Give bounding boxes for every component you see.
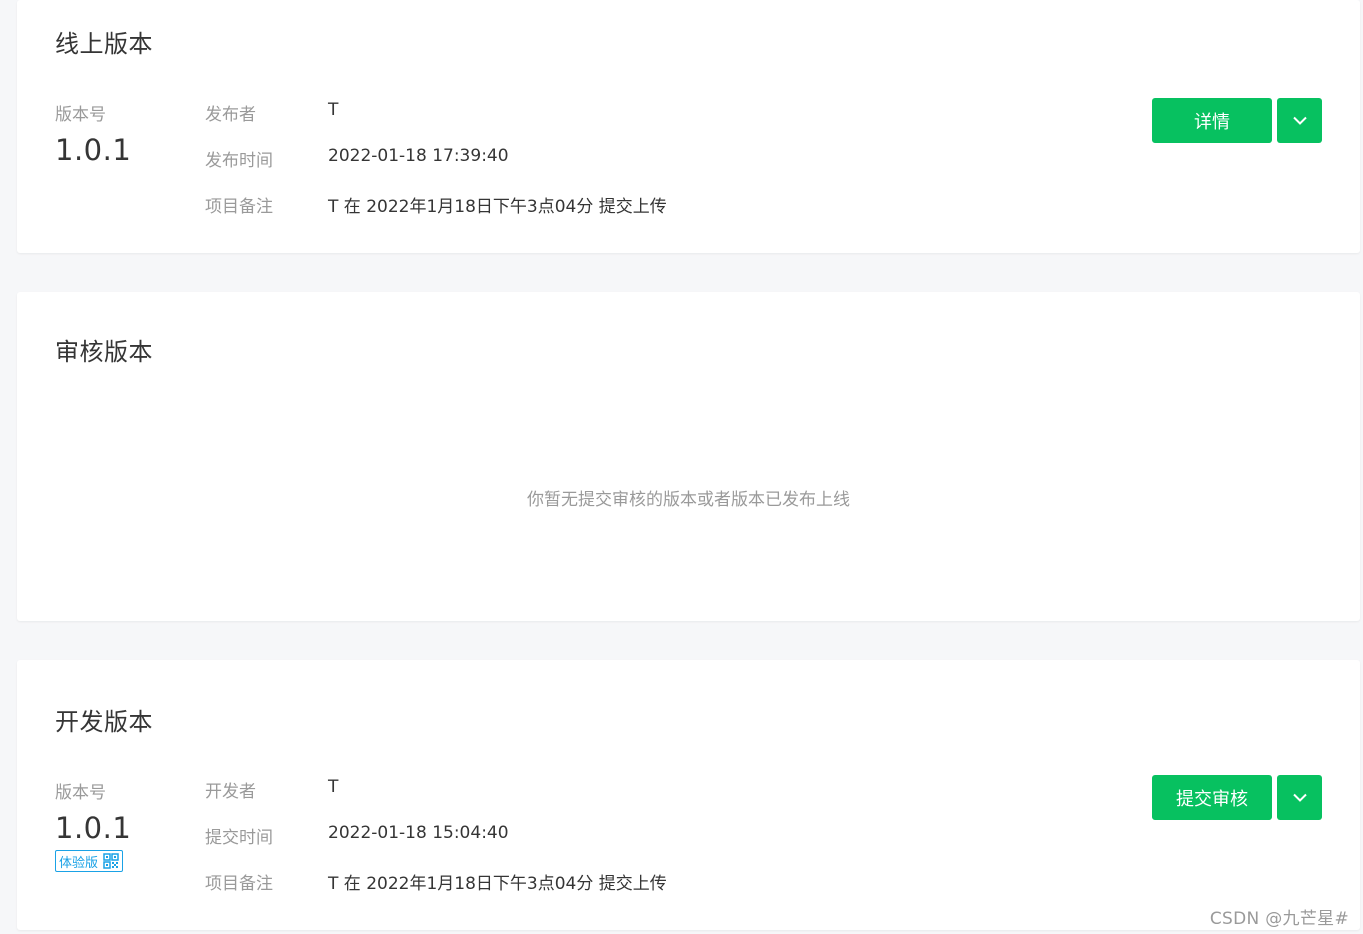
dev-version-number-block: 版本号 1.0.1 体验版 <box>55 778 131 872</box>
info-value: T <box>328 100 339 120</box>
dev-version-card: 开发版本 版本号 1.0.1 体验版 开发者 T 提交时间 2022-01-18… <box>17 660 1360 930</box>
trial-badge-label: 体验版 <box>59 855 99 871</box>
online-version-actions: 详情 <box>1152 98 1322 143</box>
online-version-info: 发布者 T 发布时间 2022-01-18 17:39:40 项目备注 T 在 … <box>205 100 667 238</box>
version-number: 1.0.1 <box>55 811 132 845</box>
csdn-watermark: CSDN @九芒星# <box>1209 909 1349 929</box>
review-version-title: 审核版本 <box>55 338 153 366</box>
dev-version-info: 开发者 T 提交时间 2022-01-18 15:04:40 项目备注 T 在 … <box>205 777 667 915</box>
info-value: 2022-01-18 17:39:40 <box>328 146 509 166</box>
info-row-publisher: 发布者 T <box>205 100 667 146</box>
online-version-title: 线上版本 <box>55 30 153 58</box>
review-version-card: 审核版本 你暂无提交审核的版本或者版本已发布上线 <box>17 292 1360 621</box>
info-row-submit-time: 提交时间 2022-01-18 15:04:40 <box>205 823 667 869</box>
info-row-publish-time: 发布时间 2022-01-18 17:39:40 <box>205 146 667 192</box>
chevron-down-icon <box>1292 116 1307 125</box>
info-row-developer: 开发者 T <box>205 777 667 823</box>
info-row-remark: 项目备注 T 在 2022年1月18日下午3点04分 提交上传 <box>205 869 667 915</box>
details-button[interactable]: 详情 <box>1152 98 1272 143</box>
review-empty-message: 你暂无提交审核的版本或者版本已发布上线 <box>527 490 850 510</box>
info-key: 提交时间 <box>205 828 273 848</box>
info-key: 项目备注 <box>205 197 273 217</box>
info-key: 发布者 <box>205 105 256 125</box>
qrcode-icon <box>103 853 119 869</box>
online-version-number-block: 版本号 1.0.1 <box>55 100 131 167</box>
info-key: 开发者 <box>205 782 256 802</box>
version-label: 版本号 <box>55 105 106 125</box>
online-version-card: 线上版本 版本号 1.0.1 发布者 T 发布时间 2022-01-18 17:… <box>17 0 1360 253</box>
info-value: T 在 2022年1月18日下午3点04分 提交上传 <box>328 874 667 894</box>
info-value: 2022-01-18 15:04:40 <box>328 823 509 843</box>
info-key: 发布时间 <box>205 151 273 171</box>
info-key: 项目备注 <box>205 874 273 894</box>
dev-more-dropdown-button[interactable] <box>1277 775 1322 820</box>
dev-version-actions: 提交审核 <box>1152 775 1322 820</box>
dev-version-title: 开发版本 <box>55 708 153 736</box>
info-row-remark: 项目备注 T 在 2022年1月18日下午3点04分 提交上传 <box>205 192 667 238</box>
submit-review-button[interactable]: 提交审核 <box>1152 775 1272 820</box>
online-more-dropdown-button[interactable] <box>1277 98 1322 143</box>
chevron-down-icon <box>1292 793 1307 802</box>
version-label: 版本号 <box>55 783 106 803</box>
info-value: T 在 2022年1月18日下午3点04分 提交上传 <box>328 197 667 217</box>
trial-version-badge[interactable]: 体验版 <box>55 850 124 872</box>
version-number: 1.0.1 <box>55 133 132 167</box>
info-value: T <box>328 777 339 797</box>
